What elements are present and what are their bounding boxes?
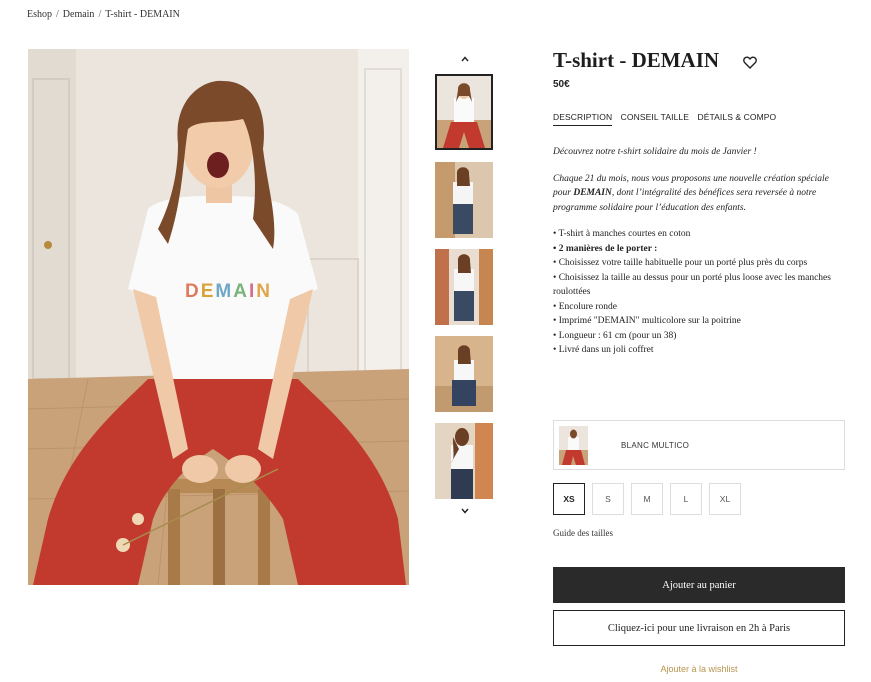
description-bullet: • Encolure ronde xyxy=(553,301,617,312)
print-letter-e: E xyxy=(200,281,216,302)
thumbnail-5[interactable] xyxy=(435,423,493,499)
size-option-s[interactable]: S xyxy=(592,483,624,515)
thumbnail-4[interactable] xyxy=(435,336,493,412)
tab-description[interactable]: DESCRIPTION xyxy=(553,112,613,126)
main-product-image[interactable]: DEMAIN xyxy=(28,49,409,585)
description-bullet: • 2 manières de le porter : xyxy=(553,243,658,254)
product-tabs: DESCRIPTION CONSEIL TAILLE DÉTAILS & COM… xyxy=(553,112,782,126)
size-option-m[interactable]: M xyxy=(631,483,663,515)
size-option-l[interactable]: L xyxy=(670,483,702,515)
breadcrumb-separator: / xyxy=(98,9,102,20)
description-bullet: • Livré dans un joli coffret xyxy=(553,345,654,355)
print-letter-m: M xyxy=(215,281,234,302)
product-description: Découvrez notre t-shirt solidaire du moi… xyxy=(553,145,843,358)
size-option-xl[interactable]: XL xyxy=(709,483,741,515)
product-title: T-shirt - DEMAIN xyxy=(553,48,720,72)
print-letter-d: D xyxy=(185,281,201,302)
description-bullet: • Imprimé "DEMAIN" multicolore sur la po… xyxy=(553,316,741,326)
description-intro: Découvrez notre t-shirt solidaire du moi… xyxy=(553,147,757,157)
thumbnail-1[interactable] xyxy=(435,74,493,150)
heart-icon[interactable] xyxy=(743,56,759,70)
express-delivery-button[interactable]: Cliquez-ici pour une livraison en 2h à P… xyxy=(553,610,845,646)
size-guide-link[interactable]: Guide des tailles xyxy=(553,528,613,538)
breadcrumb-demain[interactable]: Demain xyxy=(63,9,95,20)
tshirt-print: DEMAIN xyxy=(185,281,272,303)
add-to-cart-button[interactable]: Ajouter au panier xyxy=(553,567,845,603)
thumbnail-3[interactable] xyxy=(435,249,493,325)
description-bullet: • Choisissez votre taille habituelle pou… xyxy=(553,258,808,268)
description-paragraph: Chaque 21 du mois, nous vous proposons u… xyxy=(553,172,843,216)
size-option-xs[interactable]: XS xyxy=(553,483,585,515)
description-paragraph-bold: DEMAIN xyxy=(573,188,612,198)
chevron-down-icon[interactable] xyxy=(455,506,475,517)
breadcrumb: Eshop / Demain / T-shirt - DEMAIN xyxy=(27,9,180,20)
breadcrumb-current: T-shirt - DEMAIN xyxy=(105,9,180,20)
color-selector[interactable]: BLANC MULTICO xyxy=(553,420,845,470)
description-bullet: • Choisissez la taille au dessus pour un… xyxy=(553,272,831,298)
print-letter-n: N xyxy=(256,281,272,302)
add-to-wishlist-link[interactable]: Ajouter à la wishlist xyxy=(553,664,845,674)
print-letter-a: A xyxy=(233,281,249,302)
color-label: BLANC MULTICO xyxy=(621,441,690,450)
description-bullet: • T-shirt à manches courtes en coton xyxy=(553,229,691,239)
description-bullet-list: • T-shirt à manches courtes en coton • 2… xyxy=(553,227,843,358)
tab-conseil-taille[interactable]: CONSEIL TAILLE xyxy=(621,112,689,125)
thumbnail-2[interactable] xyxy=(435,162,493,238)
color-swatch-image xyxy=(559,426,588,465)
breadcrumb-eshop[interactable]: Eshop xyxy=(27,9,52,20)
chevron-up-icon[interactable] xyxy=(455,54,475,65)
tab-details-compo[interactable]: DÉTAILS & COMPO xyxy=(697,112,776,125)
description-bullet: • Longueur : 61 cm (pour un 38) xyxy=(553,330,677,341)
breadcrumb-separator: / xyxy=(56,9,59,20)
product-price: 50€ xyxy=(553,79,570,90)
